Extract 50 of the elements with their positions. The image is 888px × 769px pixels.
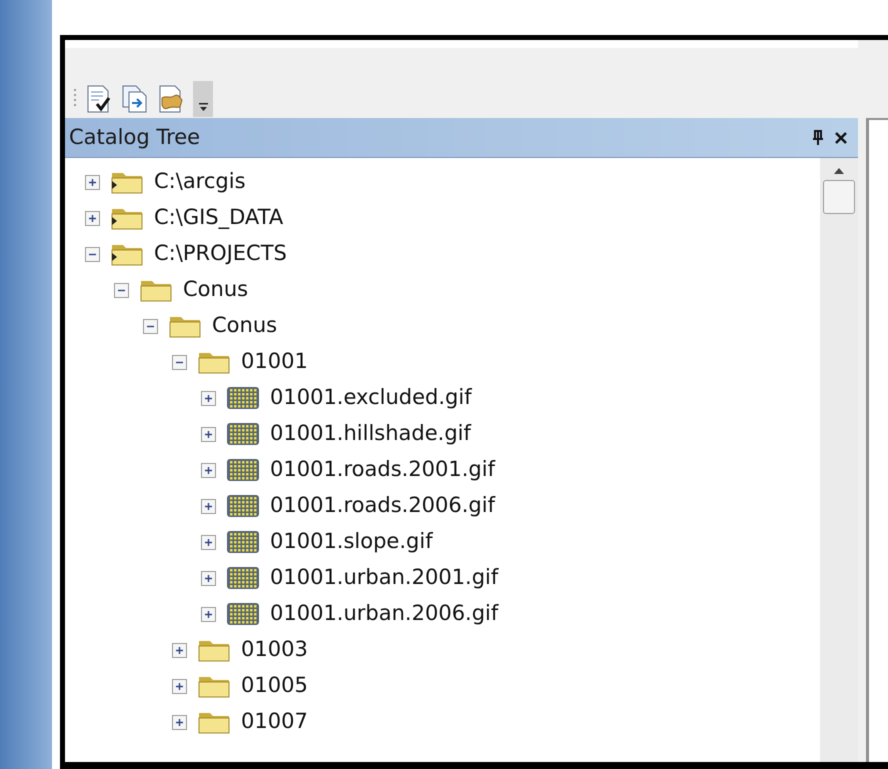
expand-icon[interactable] bbox=[172, 642, 187, 658]
raster-grid-icon bbox=[226, 493, 260, 519]
tree-item-label[interactable]: C:\GIS_DATA bbox=[154, 202, 284, 234]
raster-grid-icon bbox=[226, 421, 260, 447]
expand-icon[interactable] bbox=[201, 390, 216, 406]
raster-grid-icon bbox=[226, 565, 260, 591]
raster-grid-icon bbox=[226, 529, 260, 555]
expand-icon[interactable] bbox=[201, 462, 216, 478]
scrollbar[interactable] bbox=[820, 158, 858, 762]
document-map-icon[interactable] bbox=[157, 84, 185, 114]
scroll-up-icon[interactable] bbox=[834, 168, 844, 174]
raster-grid-icon bbox=[226, 457, 260, 483]
tree-item-label[interactable]: 01001.urban.2001.gif bbox=[270, 562, 498, 594]
tree-item-label[interactable]: 01001 bbox=[241, 346, 308, 378]
collapse-icon[interactable] bbox=[114, 282, 129, 298]
expand-icon[interactable] bbox=[172, 714, 187, 730]
expand-icon[interactable] bbox=[85, 174, 100, 190]
collapse-icon[interactable] bbox=[143, 318, 158, 334]
expand-icon[interactable] bbox=[85, 210, 100, 226]
tree-item-label[interactable]: 01007 bbox=[241, 706, 308, 738]
tree-item-label[interactable]: 01003 bbox=[241, 634, 308, 666]
expand-icon[interactable] bbox=[172, 678, 187, 694]
document-arrow-icon[interactable] bbox=[121, 84, 149, 114]
tree-item-label[interactable]: C:\PROJECTS bbox=[154, 238, 287, 270]
collapse-icon[interactable] bbox=[172, 354, 187, 370]
expand-icon[interactable] bbox=[201, 498, 216, 514]
toolbar-overflow-button[interactable] bbox=[193, 81, 213, 117]
tree-item-label[interactable]: 01001.roads.2006.gif bbox=[270, 490, 495, 522]
expand-icon[interactable] bbox=[201, 426, 216, 442]
tree-item-label[interactable]: 01005 bbox=[241, 670, 308, 702]
expand-icon[interactable] bbox=[201, 606, 216, 622]
tree-item-label[interactable]: Conus bbox=[212, 310, 278, 342]
document-check-icon[interactable] bbox=[85, 84, 113, 114]
tree-item-label[interactable]: 01001.urban.2006.gif bbox=[270, 598, 498, 630]
tree-item-label[interactable]: 01001.slope.gif bbox=[270, 526, 433, 558]
dropdown-icon bbox=[198, 103, 208, 111]
tree-item-label[interactable]: Conus bbox=[183, 274, 248, 306]
pin-icon[interactable] bbox=[812, 130, 824, 146]
tree-item-label[interactable]: C:\arcgis bbox=[154, 166, 246, 198]
expand-icon[interactable] bbox=[201, 534, 216, 550]
tree-item-label[interactable]: 01001.hillshade.gif bbox=[270, 418, 471, 450]
scroll-thumb[interactable] bbox=[823, 180, 855, 214]
raster-grid-icon bbox=[226, 385, 260, 411]
panel-title: Catalog Tree bbox=[69, 124, 202, 151]
raster-grid-icon bbox=[226, 601, 260, 627]
close-icon[interactable] bbox=[834, 130, 848, 144]
tree-item-label[interactable]: 01001.roads.2001.gif bbox=[270, 454, 495, 486]
collapse-icon[interactable] bbox=[85, 246, 100, 262]
expand-icon[interactable] bbox=[201, 570, 216, 586]
tree-item-label[interactable]: 01001.excluded.gif bbox=[270, 382, 472, 414]
